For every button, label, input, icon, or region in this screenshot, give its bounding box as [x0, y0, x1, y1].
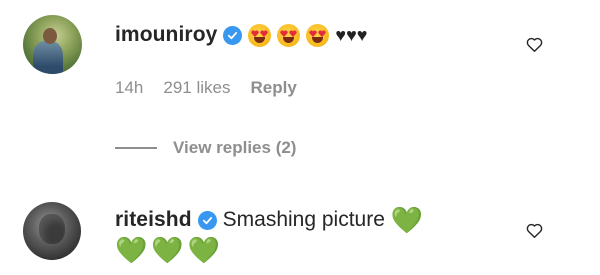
- heart-outline-icon[interactable]: [523, 219, 545, 241]
- view-replies-button[interactable]: View replies (2): [115, 135, 296, 161]
- reply-button[interactable]: Reply: [250, 78, 296, 98]
- heart-eyes-emoji-icon: [248, 23, 272, 47]
- heart-eyes-emoji-icon: [277, 23, 301, 47]
- black-hearts-emoji: ♥♥♥: [335, 24, 368, 45]
- avatar-face: [39, 214, 65, 244]
- divider-line: [115, 147, 157, 149]
- avatar-figure: [33, 41, 63, 74]
- username[interactable]: imouniroy: [115, 23, 217, 47]
- heart-outline-icon[interactable]: [523, 33, 545, 55]
- comment-header: imouniroy ♥♥♥: [115, 20, 367, 50]
- view-replies-label: View replies (2): [173, 138, 297, 157]
- verified-badge-icon: [197, 210, 217, 230]
- avatar[interactable]: [23, 202, 81, 260]
- avatar-head: [43, 28, 57, 44]
- comment-header: riteishd Smashing picture 💚: [115, 205, 423, 235]
- green-heart-emoji: 💚: [151, 235, 184, 265]
- username[interactable]: riteishd: [115, 208, 192, 232]
- green-heart-emoji: 💚: [390, 205, 424, 235]
- comment-imouniroy: imouniroy ♥♥♥ 14h 291 likes Reply: [0, 0, 600, 130]
- green-heart-emoji: 💚: [187, 235, 221, 265]
- comment-emoji-line: 💚 💚 💚: [115, 237, 220, 263]
- comment-text: Smashing picture: [222, 208, 385, 231]
- green-heart-emoji: 💚: [115, 235, 148, 265]
- heart-eyes-emoji-icon: [306, 23, 330, 47]
- verified-badge-icon: [223, 25, 243, 45]
- likes-count[interactable]: 291 likes: [163, 78, 230, 98]
- comment-time: 14h: [115, 78, 144, 97]
- avatar[interactable]: [23, 15, 82, 74]
- comment-meta: 14h 291 likes Reply: [115, 76, 297, 100]
